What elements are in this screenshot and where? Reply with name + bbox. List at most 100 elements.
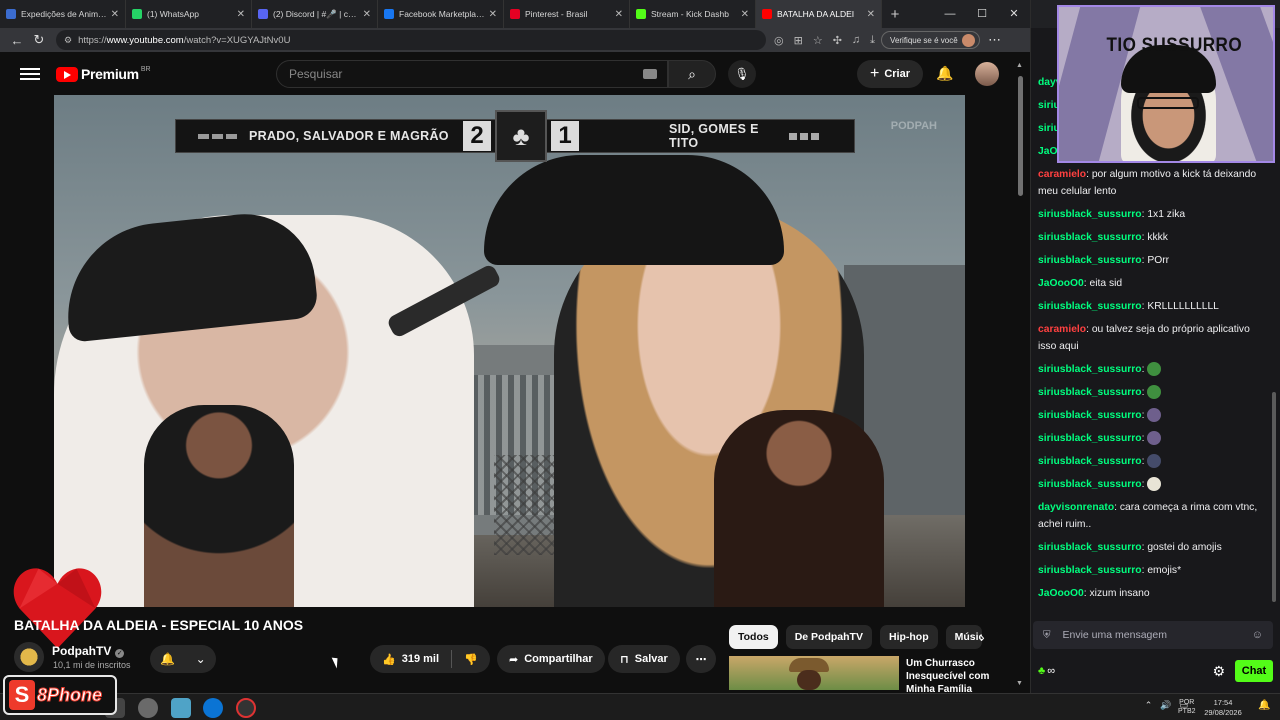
tab-close-icon[interactable]: ✕ xyxy=(867,9,875,20)
new-tab-icon[interactable]: + xyxy=(882,6,908,23)
minimize-button[interactable]: — xyxy=(934,0,966,28)
tab-close-icon[interactable]: ✕ xyxy=(111,9,119,20)
download-icon[interactable]: ⤓ xyxy=(870,34,875,47)
eye-off-icon[interactable]: ◎ xyxy=(774,34,784,47)
browser-tab[interactable]: Facebook Marketplace | ✕ xyxy=(378,0,504,28)
tab-label: (2) Discord | #🎤 | chat xyxy=(273,8,359,19)
browser-tab[interactable]: Pinterest - Brasil ✕ xyxy=(504,0,630,28)
site-info-icon[interactable]: ⚙ xyxy=(64,35,72,46)
taskbar-app-icon[interactable] xyxy=(138,698,158,718)
youtube-logo[interactable]: Premium BR xyxy=(56,66,151,82)
chat-username[interactable]: siriusblack_sussurro xyxy=(1038,565,1142,576)
chat-emote-icon xyxy=(1147,477,1162,492)
extensions-icon[interactable]: ⊞ xyxy=(794,34,803,47)
chat-emote-icon xyxy=(1147,408,1162,423)
subscription-bell-button[interactable]: 🔔 ⌄ xyxy=(150,645,216,673)
more-actions-button[interactable]: ⋯ xyxy=(686,645,716,673)
create-button[interactable]: + Criar xyxy=(857,60,923,88)
filter-chip[interactable]: Todos xyxy=(729,625,778,649)
chat-username[interactable]: siriusblack_sussurro xyxy=(1038,542,1142,553)
chat-username[interactable]: siriusblack_sussurro xyxy=(1038,387,1142,398)
browser-menu-icon[interactable]: ⋯ xyxy=(984,32,1006,48)
search-button[interactable]: ⌕ xyxy=(668,60,716,88)
search-input[interactable]: Pesquisar xyxy=(276,60,668,88)
share-button[interactable]: ➦ Compartilhar xyxy=(497,645,605,673)
filter-chip[interactable]: De PodpahTV xyxy=(785,625,872,649)
puzzle-icon[interactable]: ✣ xyxy=(833,34,842,47)
thumbnail-face xyxy=(797,670,821,690)
back-icon[interactable]: ← xyxy=(6,33,28,48)
points-icon[interactable]: ♣ ∞ xyxy=(1038,665,1055,677)
channel-avatar[interactable] xyxy=(14,642,44,672)
chat-username[interactable]: siriusblack_sussurro xyxy=(1038,209,1142,220)
edge-icon[interactable] xyxy=(203,698,223,718)
browser-tab[interactable]: Stream - Kick Dashb ✕ xyxy=(630,0,756,28)
chat-username[interactable]: siriusblack_sussurro xyxy=(1038,364,1142,375)
like-icon[interactable]: 👍 xyxy=(382,653,396,666)
taskbar-app-icon[interactable] xyxy=(236,698,256,718)
chat-username[interactable]: siriusblack_sussurro xyxy=(1038,479,1142,490)
chat-username[interactable]: siriusblack_sussurro xyxy=(1038,232,1142,243)
taskbar-app-icon[interactable] xyxy=(171,698,191,718)
bookmark-star-icon[interactable]: ☆ xyxy=(813,34,823,47)
chevron-up-icon[interactable]: ⌃ xyxy=(1145,700,1153,711)
chat-username[interactable]: siriusblack_sussurro xyxy=(1038,255,1142,266)
save-button[interactable]: ⊓ Salvar xyxy=(608,645,680,673)
chat-username[interactable]: siriusblack_sussurro xyxy=(1038,456,1142,467)
maximize-button[interactable]: ☐ xyxy=(966,0,998,28)
browser-tab[interactable]: (1) WhatsApp ✕ xyxy=(126,0,252,28)
tab-close-icon[interactable]: ✕ xyxy=(489,9,497,20)
scroll-up-icon[interactable]: ▲ xyxy=(1016,62,1023,69)
video-player[interactable]: PRADO, SALVADOR E MAGRÃO 2 ♣ 1 SID, GOME… xyxy=(54,95,965,607)
chat-message-input[interactable]: ⛨ Envie uma mensagem ☺ xyxy=(1033,621,1273,649)
chat-username[interactable]: caramielo xyxy=(1038,324,1086,335)
browser-tab[interactable]: (2) Discord | #🎤 | chat ✕ xyxy=(252,0,378,28)
url-field[interactable]: ⚙ https://www.youtube.com/watch?v=XUGYAJ… xyxy=(56,30,766,50)
recommendation-thumbnail[interactable] xyxy=(729,656,899,690)
page-scrollbar[interactable]: ▲ ▼ xyxy=(1016,62,1024,687)
verify-profile-button[interactable]: Verifique se é você xyxy=(881,31,980,49)
language-indicator[interactable]: POR PTB2 xyxy=(1178,698,1196,716)
tab-close-icon[interactable]: ✕ xyxy=(237,9,245,20)
browser-tab[interactable]: Expedições de Anime | J ✕ xyxy=(0,0,126,28)
close-window-button[interactable]: ✕ xyxy=(998,0,1030,28)
sign-interpreter-right xyxy=(714,410,884,607)
chat-username[interactable]: siriusblack_sussurro xyxy=(1038,410,1142,421)
filter-chip[interactable]: Hip-hop xyxy=(879,625,938,649)
recommendation-title[interactable]: Um Churrasco Inesquecível com Minha Famí… xyxy=(906,657,1016,696)
account-avatar[interactable] xyxy=(975,62,999,86)
battle-scoreboard: PRADO, SALVADOR E MAGRÃO 2 ♣ 1 SID, GOME… xyxy=(175,110,855,162)
chat-send-button[interactable]: Chat xyxy=(1235,660,1273,682)
channel-name[interactable]: PodpahTV ✓ xyxy=(52,644,125,658)
emoji-icon[interactable]: ☺ xyxy=(1252,629,1263,641)
system-clock[interactable]: 17:54 29/08/2026 xyxy=(1200,698,1246,718)
chat-username[interactable]: dayvisonrenato xyxy=(1038,502,1114,513)
keyboard-icon[interactable] xyxy=(643,69,657,79)
browser-tab[interactable]: BATALHA DA ALDEI ✕ xyxy=(756,0,882,28)
media-icon[interactable]: ♫ xyxy=(852,34,860,46)
filter-chip[interactable]: Músic xyxy=(945,625,982,649)
chat-username[interactable]: siriusblack_sussurro xyxy=(1038,433,1142,444)
voice-search-button[interactable]: 🎙 xyxy=(728,60,756,88)
scrollbar-thumb[interactable] xyxy=(1018,76,1023,196)
chat-text: KRLLLLLLLLLL xyxy=(1147,301,1219,312)
dislike-icon[interactable]: 👎 xyxy=(464,653,478,666)
gear-icon[interactable]: ⚙ xyxy=(1212,663,1225,680)
reload-icon[interactable]: ↻ xyxy=(28,32,50,48)
chat-username[interactable]: caramielo xyxy=(1038,169,1086,180)
notifications-bell-icon[interactable]: 🔔 xyxy=(936,65,953,82)
chat-username[interactable]: JaOooO0 xyxy=(1038,588,1084,599)
tab-close-icon[interactable]: ✕ xyxy=(741,9,749,20)
logo-letter: S xyxy=(9,680,35,710)
volume-icon[interactable]: 🔊 xyxy=(1160,700,1171,711)
chat-username[interactable]: JaOooO0 xyxy=(1038,278,1084,289)
tab-close-icon[interactable]: ✕ xyxy=(615,9,623,20)
like-count[interactable]: 319 mil xyxy=(402,653,439,665)
chevron-right-icon[interactable]: › xyxy=(980,629,985,645)
menu-icon[interactable] xyxy=(20,68,40,80)
notification-icon[interactable]: 🔔 xyxy=(1258,700,1270,711)
chat-scrollbar[interactable] xyxy=(1272,392,1276,602)
chat-username[interactable]: siriusblack_sussurro xyxy=(1038,301,1142,312)
scroll-down-icon[interactable]: ▼ xyxy=(1016,680,1023,687)
tab-close-icon[interactable]: ✕ xyxy=(363,9,371,20)
